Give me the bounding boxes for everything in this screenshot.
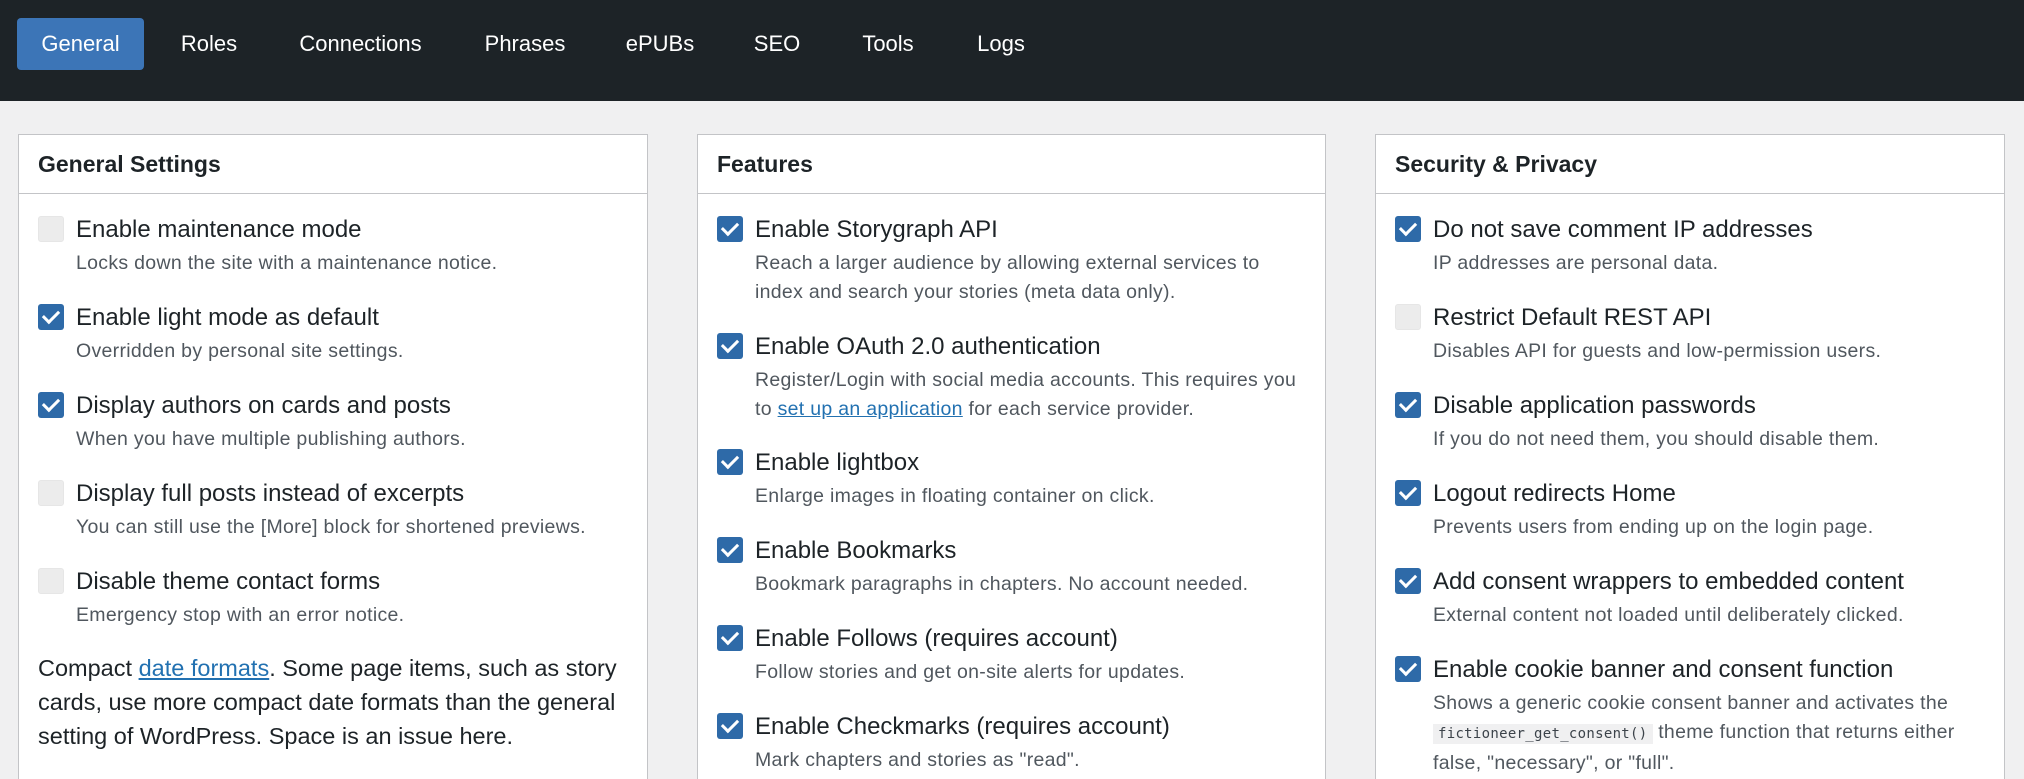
app-passwords-checkbox[interactable] — [1395, 392, 1421, 418]
option-follows: Enable Follows (requires account) Follow… — [717, 623, 1311, 687]
follows-checkbox[interactable] — [717, 625, 743, 651]
option-description: Reach a larger audience by allowing exte… — [755, 252, 1260, 303]
option-description: Follow stories and get on-site alerts fo… — [755, 661, 1186, 683]
cookie-banner-checkbox[interactable] — [1395, 656, 1421, 682]
option-lightbox: Enable lightbox Enlarge images in floati… — [717, 447, 1311, 511]
option-no-comment-ip: Do not save comment IP addresses IP addr… — [1395, 214, 1990, 278]
full-posts-checkbox[interactable] — [38, 480, 64, 506]
option-checkmarks: Enable Checkmarks (requires account) Mar… — [717, 711, 1311, 775]
general-settings-panel: General Settings Enable maintenance mode… — [18, 134, 648, 779]
tab-connections[interactable]: Connections — [290, 18, 431, 70]
desc-prefix: Shows a generic cookie consent banner an… — [1433, 692, 1949, 714]
date-formats-link[interactable]: date formats — [139, 655, 270, 681]
option-description: Emergency stop with an error notice. — [76, 604, 405, 626]
option-label: Disable application passwords — [1433, 392, 1756, 419]
note-prefix: Compact — [38, 655, 139, 681]
tab-epubs[interactable]: ePUBs — [616, 18, 704, 70]
lightbox-checkbox[interactable] — [717, 449, 743, 475]
option-disable-app-passwords: Disable application passwords If you do … — [1395, 390, 1990, 454]
option-description: Register/Login with social media account… — [755, 366, 1311, 424]
setup-application-link[interactable]: set up an application — [778, 398, 963, 420]
tab-logs[interactable]: Logs — [966, 18, 1036, 70]
tab-seo[interactable]: SEO — [745, 18, 809, 70]
option-description: Bookmark paragraphs in chapters. No acco… — [755, 573, 1249, 595]
logout-redirect-checkbox[interactable] — [1395, 480, 1421, 506]
display-authors-checkbox[interactable] — [38, 392, 64, 418]
option-maintenance-mode: Enable maintenance mode Locks down the s… — [38, 214, 633, 278]
top-nav: General Roles Connections Phrases ePUBs … — [0, 0, 2024, 101]
storygraph-api-checkbox[interactable] — [717, 216, 743, 242]
option-disable-contact-forms: Disable theme contact forms Emergency st… — [38, 566, 633, 630]
option-description: Disables API for guests and low-permissi… — [1433, 340, 1882, 362]
option-bookmarks: Enable Bookmarks Bookmark paragraphs in … — [717, 535, 1311, 599]
option-label: Enable cookie banner and consent functio… — [1433, 656, 1894, 683]
option-oauth: Enable OAuth 2.0 authentication Register… — [717, 331, 1311, 424]
option-label: Restrict Default REST API — [1433, 304, 1712, 331]
option-description: IP addresses are personal data. — [1433, 252, 1719, 274]
consent-function-code: fictioneer_get_consent() — [1433, 724, 1653, 744]
option-description: Locks down the site with a maintenance n… — [76, 252, 498, 274]
option-description: Mark chapters and stories as "read". — [755, 749, 1080, 771]
option-display-authors: Display authors on cards and posts When … — [38, 390, 633, 454]
oauth-checkbox[interactable] — [717, 333, 743, 359]
option-description: You can still use the [More] block for s… — [76, 516, 586, 538]
option-description: When you have multiple publishing author… — [76, 428, 466, 450]
comment-ip-checkbox[interactable] — [1395, 216, 1421, 242]
security-privacy-panel: Security & Privacy Do not save comment I… — [1375, 134, 2005, 779]
option-label: Display authors on cards and posts — [76, 392, 451, 419]
option-storygraph-api: Enable Storygraph API Reach a larger aud… — [717, 214, 1311, 307]
contact-forms-checkbox[interactable] — [38, 568, 64, 594]
option-label: Enable lightbox — [755, 449, 920, 476]
option-label: Add consent wrappers to embedded content — [1433, 568, 1904, 595]
option-description: Prevents users from ending up on the log… — [1433, 516, 1874, 538]
bookmarks-checkbox[interactable] — [717, 537, 743, 563]
option-description: Enlarge images in floating container on … — [755, 485, 1155, 507]
option-cookie-banner: Enable cookie banner and consent functio… — [1395, 654, 1990, 778]
option-light-mode-default: Enable light mode as default Overridden … — [38, 302, 633, 366]
option-label: Enable OAuth 2.0 authentication — [755, 333, 1101, 360]
rest-api-checkbox[interactable] — [1395, 304, 1421, 330]
option-label: Do not save comment IP addresses — [1433, 216, 1813, 243]
panel-title: Features — [698, 135, 1325, 194]
option-label: Enable Storygraph API — [755, 216, 998, 243]
option-label: Enable Follows (requires account) — [755, 625, 1118, 652]
consent-wrappers-checkbox[interactable] — [1395, 568, 1421, 594]
option-label: Logout redirects Home — [1433, 480, 1676, 507]
desc-suffix: for each service provider. — [962, 398, 1195, 420]
option-restrict-rest-api: Restrict Default REST API Disables API f… — [1395, 302, 1990, 366]
tab-tools[interactable]: Tools — [852, 18, 924, 70]
option-description: Shows a generic cookie consent banner an… — [1433, 689, 1990, 778]
option-label: Enable Bookmarks — [755, 537, 957, 564]
option-label: Enable Checkmarks (requires account) — [755, 713, 1170, 740]
option-consent-wrappers: Add consent wrappers to embedded content… — [1395, 566, 1990, 630]
option-logout-redirect: Logout redirects Home Prevents users fro… — [1395, 478, 1990, 542]
option-label: Disable theme contact forms — [76, 568, 381, 595]
tab-general[interactable]: General — [17, 18, 144, 70]
option-full-posts: Display full posts instead of excerpts Y… — [38, 478, 633, 542]
option-label: Enable light mode as default — [76, 304, 379, 331]
light-mode-checkbox[interactable] — [38, 304, 64, 330]
date-formats-note: Compact date formats. Some page items, s… — [38, 651, 627, 753]
features-panel: Features Enable Storygraph API Reach a l… — [697, 134, 1326, 779]
option-label: Enable maintenance mode — [76, 216, 362, 243]
checkmarks-checkbox[interactable] — [717, 713, 743, 739]
option-label: Display full posts instead of excerpts — [76, 480, 465, 507]
option-description: External content not loaded until delibe… — [1433, 604, 1904, 626]
panel-title: General Settings — [19, 135, 647, 194]
option-description: Overridden by personal site settings. — [76, 340, 404, 362]
panel-title: Security & Privacy — [1376, 135, 2004, 194]
option-description: If you do not need them, you should disa… — [1433, 428, 1880, 450]
tab-phrases[interactable]: Phrases — [474, 18, 576, 70]
tab-roles[interactable]: Roles — [168, 18, 250, 70]
maintenance-mode-checkbox[interactable] — [38, 216, 64, 242]
